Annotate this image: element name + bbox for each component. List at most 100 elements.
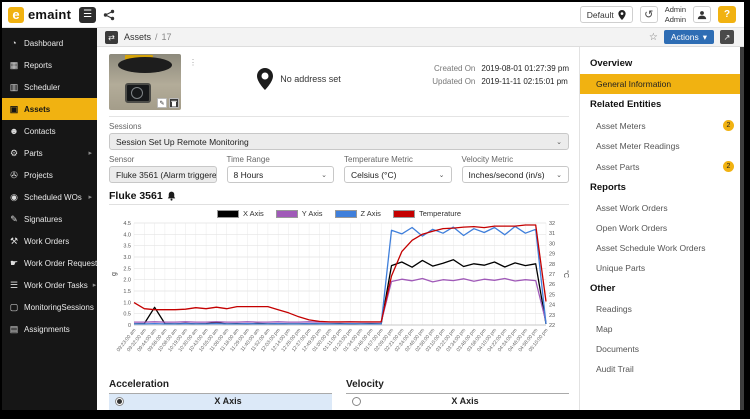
sidebar-item-dashboard[interactable]: ◔ Dashboard (2, 32, 97, 54)
hamburger-menu-icon[interactable]: ☰ (79, 6, 97, 23)
sidebar-item-label: Assets (24, 104, 51, 114)
sidebar-item-parts[interactable]: ⚙ Parts ▸ (2, 142, 97, 164)
acceleration-y-axis-row[interactable]: Y Axis (109, 406, 332, 410)
velocity-metric-value: Inches/second (in/s) (468, 169, 545, 180)
panel-item-general-information[interactable]: General Information (580, 74, 744, 94)
velocity-metric-select[interactable]: Inches/second (in/s) ⌄ (461, 166, 569, 183)
panel-item-asset-meters[interactable]: Asset Meters 2 (580, 115, 744, 136)
actions-label: Actions (670, 32, 699, 42)
sidebar-item-scheduler[interactable]: ▥ Scheduler (2, 76, 97, 98)
panel-item-audit-trail[interactable]: Audit Trail (580, 359, 744, 379)
panel-item-asset-work-orders[interactable]: Asset Work Orders (580, 198, 744, 218)
sidebar-item-work-order-tasks[interactable]: ☰ Work Order Tasks ▸ (2, 274, 97, 296)
user-name: Admin Admin (664, 5, 686, 24)
count-badge: 2 (723, 120, 734, 131)
legend-item-x-axis: X Axis (216, 209, 264, 218)
location-pin-icon (618, 9, 626, 20)
panel-item-label: Documents (596, 344, 639, 354)
panel-item-asset-meter-readings[interactable]: Asset Meter Readings (580, 136, 744, 156)
sidebar-item-assignments[interactable]: ▤ Assignments (2, 318, 97, 340)
svg-text:1.0: 1.0 (123, 300, 131, 306)
work-order-tasks-icon: ☰ (9, 279, 19, 290)
chevron-right-icon: ▸ (92, 282, 97, 289)
sidebar-item-label: Parts (24, 148, 43, 158)
acceleration-x-axis-row[interactable]: X Axis (124, 396, 332, 406)
time-range-select[interactable]: 8 Hours ⌄ (226, 166, 334, 183)
user-avatar-icon[interactable] (693, 6, 711, 23)
created-on-label: Created On (434, 64, 476, 73)
panel-item-map[interactable]: Map (580, 319, 744, 339)
sensor-select[interactable]: Fluke 3561 (Alarm triggered)⌄ (109, 166, 217, 183)
sidebar-item-label: Signatures (24, 214, 63, 224)
temperature-metric-select[interactable]: Celsius (°C) ⌄ (344, 166, 452, 183)
chart-legend: X Axis Y Axis Z Axis Temperature (109, 209, 569, 218)
legend-swatch (392, 209, 415, 218)
svg-text:0: 0 (128, 323, 131, 329)
favorite-star-icon[interactable]: ☆ (649, 32, 658, 43)
time-range-value: 8 Hours (233, 169, 264, 180)
sidebar-item-work-orders[interactable]: ⚒ Work Orders (2, 230, 97, 252)
contacts-icon: ☻ (9, 126, 19, 136)
axis-tables: Acceleration X Axis Y Axis Velocity (109, 377, 569, 410)
delete-photo-icon[interactable] (169, 98, 179, 108)
sessions-value: Session Set Up Remote Monitoring (116, 136, 249, 147)
export-icon[interactable]: ↗ (720, 30, 734, 44)
svg-text:3.0: 3.0 (123, 255, 131, 261)
velocity-y-axis-row[interactable]: Y Axis (346, 406, 569, 410)
chevron-down-icon: ⌄ (321, 171, 327, 179)
svg-text:28: 28 (549, 262, 555, 268)
chart-header: Fluke 3561 (109, 190, 569, 205)
legend-label: Y Axis (301, 209, 323, 218)
panel-item-open-work-orders[interactable]: Open Work Orders (580, 218, 744, 238)
more-options-icon[interactable]: ⋮ (189, 58, 197, 67)
sidebar-item-contacts[interactable]: ☻ Contacts (2, 120, 97, 142)
sidebar-item-label: Assignments (24, 324, 70, 334)
svg-text:31: 31 (549, 231, 555, 237)
panel-item-unique-parts[interactable]: Unique Parts (580, 258, 744, 278)
panel-item-label: Unique Parts (596, 263, 646, 273)
sidebar-item-label: Scheduler (24, 82, 61, 92)
top-header: e emaint ☰ Default ↺ Admin Admin ? (2, 2, 744, 28)
panel-item-asset-schedule-work-orders[interactable]: Asset Schedule Work Orders (580, 238, 744, 258)
velocity-radio[interactable] (352, 396, 361, 406)
velocity-x-axis-row[interactable]: X Axis (361, 396, 569, 406)
assignments-icon: ▤ (9, 323, 19, 334)
acceleration-radio[interactable] (115, 396, 124, 406)
panel-item-asset-parts[interactable]: Asset Parts 2 (580, 156, 744, 177)
vertical-scrollbar[interactable] (740, 47, 744, 410)
sidebar-item-assets[interactable]: ▣ Assets (2, 98, 97, 120)
sidebar-item-scheduled-wos[interactable]: ◉ Scheduled WOs ▸ (2, 186, 97, 208)
share-nodes-icon[interactable] (103, 9, 115, 21)
chart-title: Fluke 3561 (109, 190, 163, 202)
panel-item-readings[interactable]: Readings (580, 299, 744, 319)
breadcrumb-section[interactable]: Assets (124, 32, 151, 42)
asset-header: ✎ ⋮ No address set Created On 2019-08-01… (109, 47, 569, 117)
svg-text:2.5: 2.5 (123, 266, 131, 272)
no-address-text: No address set (280, 74, 341, 84)
scheduled-wos-icon: ◉ (10, 191, 18, 202)
sessions-select[interactable]: Session Set Up Remote Monitoring ⌄ (109, 133, 569, 150)
panel-item-documents[interactable]: Documents (580, 339, 744, 359)
history-icon[interactable]: ↺ (639, 6, 658, 23)
asset-photo[interactable]: ✎ (109, 54, 181, 110)
edit-photo-icon[interactable]: ✎ (157, 98, 167, 108)
help-button[interactable]: ? (718, 6, 736, 23)
sidebar-item-label: MonitoringSessions (24, 302, 94, 312)
sidebar-nav: ◔ Dashboard ▦ Reports ▥ Scheduler ▣ Assets ☻ Cont… (2, 28, 110, 410)
panel-item-label: Asset Parts (596, 161, 640, 172)
sidebar-item-projects[interactable]: ✇ Projects (2, 164, 97, 186)
switch-view-icon[interactable]: ⇄ (105, 30, 118, 44)
sidebar-item-label: Dashboard (24, 38, 64, 48)
panel-section-title: Overview (590, 58, 633, 69)
sidebar-item-monitoringsessions[interactable]: ▢ MonitoringSessions (2, 296, 97, 318)
environment-selector[interactable]: Default (579, 6, 633, 23)
sidebar-item-reports[interactable]: ▦ Reports (2, 54, 97, 76)
sidebar-item-work-order-requests[interactable]: ☛Work Order Requests▸ (2, 252, 110, 274)
alarm-bell-icon (167, 191, 175, 201)
sidebar-item-signatures[interactable]: ✎ Signatures (2, 208, 97, 230)
svg-text:4.0: 4.0 (123, 232, 131, 238)
parts-icon: ⚙ (9, 147, 19, 158)
panel-item-label: General Information (596, 79, 672, 89)
svg-text:29: 29 (549, 252, 555, 258)
actions-button[interactable]: Actions ▾ (663, 30, 714, 44)
